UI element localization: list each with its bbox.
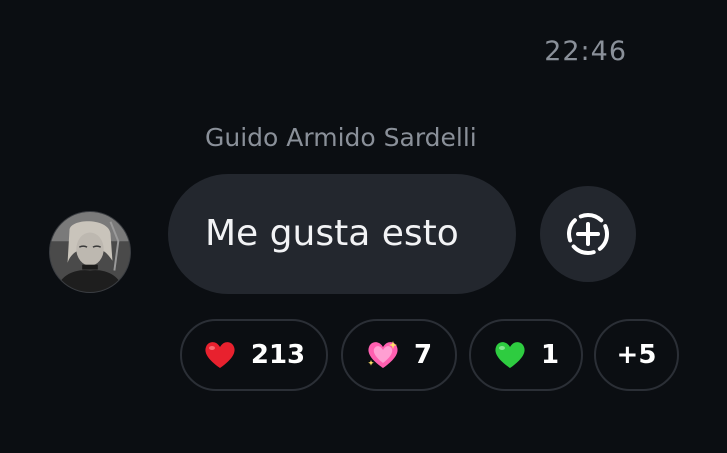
- message-bubble[interactable]: Me gusta esto: [168, 174, 516, 294]
- message-timestamp: 22:46: [544, 36, 627, 67]
- add-reaction-icon: [567, 213, 609, 255]
- reaction-count: 1: [540, 340, 560, 370]
- reaction-red-heart[interactable]: 213: [180, 319, 328, 391]
- more-reactions-label: +5: [616, 340, 657, 370]
- sender-name: Guido Armido Sardelli: [205, 123, 477, 152]
- reaction-count: 213: [250, 340, 306, 370]
- sparkling-pink-heart-icon: [366, 338, 400, 372]
- red-heart-icon: [203, 338, 237, 372]
- add-reaction-button[interactable]: [540, 186, 636, 282]
- more-reactions-button[interactable]: +5: [594, 319, 679, 391]
- reaction-green-heart[interactable]: 1: [469, 319, 583, 391]
- reaction-count: 7: [413, 340, 433, 370]
- avatar-photo: [50, 212, 130, 292]
- reaction-sparkling-heart[interactable]: 7: [341, 319, 457, 391]
- message-text: Me gusta esto: [205, 213, 459, 254]
- green-heart-icon: [493, 338, 527, 372]
- avatar[interactable]: [49, 211, 131, 293]
